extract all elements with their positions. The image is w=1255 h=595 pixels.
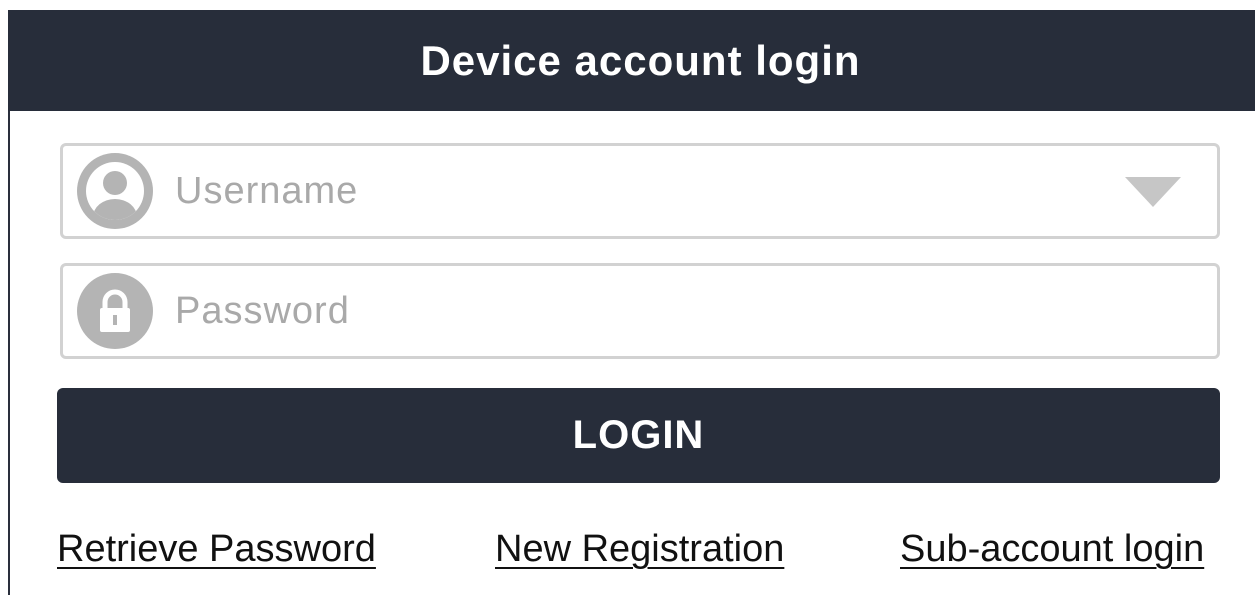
login-dialog: Device account login Username LOGIN Retr…: [0, 0, 1255, 595]
password-field[interactable]: [60, 263, 1220, 359]
dialog-header: Device account login: [8, 10, 1255, 111]
sub-account-login-link[interactable]: Sub-account login: [900, 528, 1204, 571]
new-registration-link[interactable]: New Registration: [495, 528, 784, 571]
lock-icon: [77, 273, 153, 349]
username-field[interactable]: [60, 143, 1220, 239]
login-button[interactable]: LOGIN: [57, 388, 1220, 483]
username-input[interactable]: [173, 160, 1125, 222]
chevron-down-icon[interactable]: [1125, 177, 1181, 207]
password-input[interactable]: [173, 280, 1217, 342]
user-icon: [77, 153, 153, 229]
retrieve-password-link[interactable]: Retrieve Password: [57, 528, 376, 571]
dialog-title: Device account login: [420, 36, 861, 84]
